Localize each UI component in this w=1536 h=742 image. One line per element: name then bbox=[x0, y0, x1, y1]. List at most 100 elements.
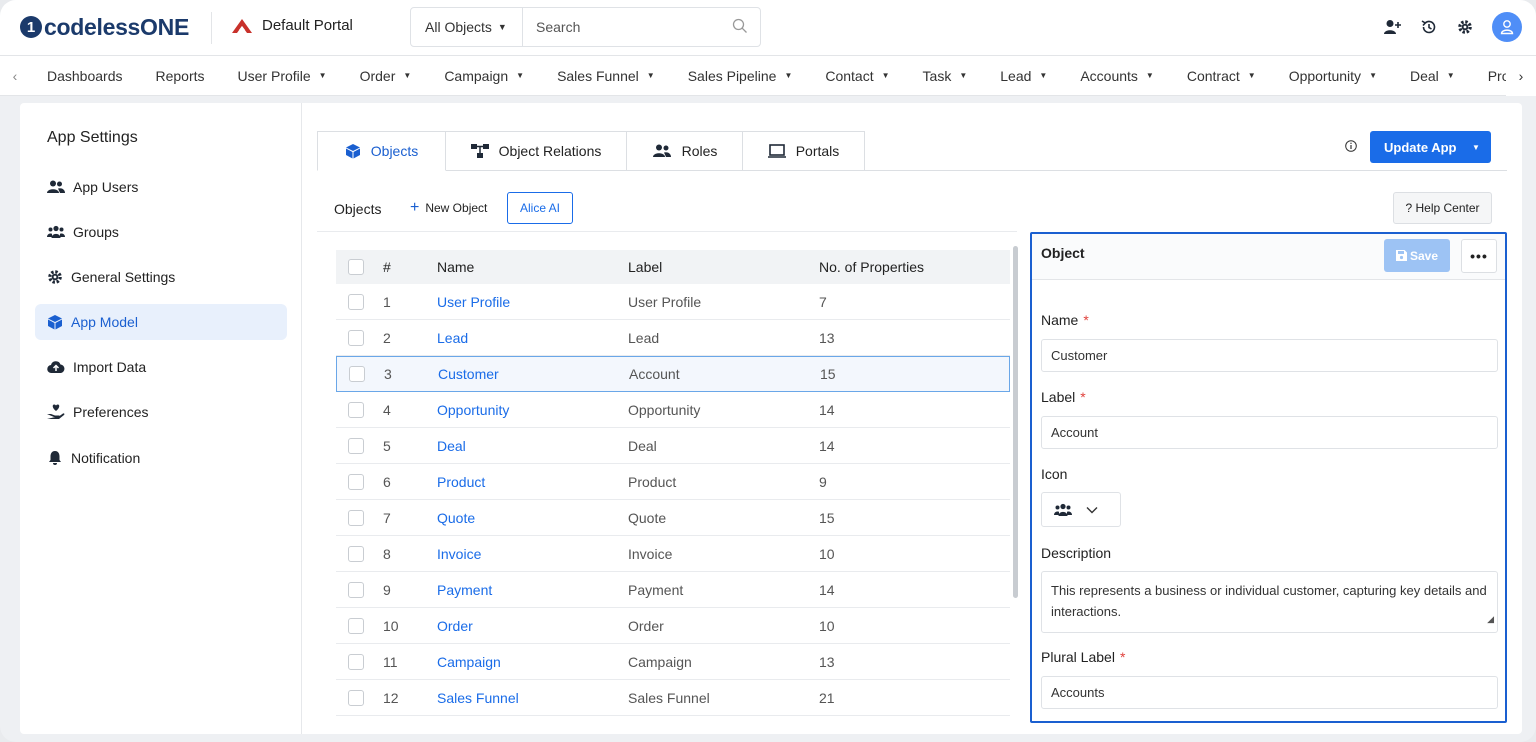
nav-item-user-profile[interactable]: User Profile ▼ bbox=[238, 68, 327, 84]
row-checkbox[interactable] bbox=[348, 545, 364, 562]
row-name-link[interactable]: Deal bbox=[437, 438, 628, 454]
floppy-icon bbox=[1395, 250, 1407, 261]
row-name-link[interactable]: Customer bbox=[438, 366, 629, 382]
history-icon[interactable] bbox=[1420, 18, 1438, 36]
row-label: Campaign bbox=[628, 653, 692, 670]
table-row[interactable]: 6 Product Product 9 bbox=[336, 464, 1010, 500]
sidebar-item-app-users[interactable]: App Users bbox=[35, 169, 287, 205]
nav-item-sales-pipeline[interactable]: Sales Pipeline ▼ bbox=[688, 68, 793, 84]
search-scope-select[interactable]: All Objects ▼ bbox=[411, 8, 523, 46]
nav-item-lead[interactable]: Lead ▼ bbox=[1000, 68, 1047, 84]
caret-down-icon: ▼ bbox=[1039, 71, 1048, 80]
table-row[interactable]: 9 Payment Payment 14 bbox=[336, 572, 1010, 608]
row-checkbox[interactable] bbox=[348, 509, 364, 526]
label-field[interactable]: Account bbox=[1041, 416, 1498, 449]
row-name-link[interactable]: Campaign bbox=[437, 654, 628, 670]
nav-item-contract[interactable]: Contract ▼ bbox=[1187, 68, 1256, 84]
nav-item-task[interactable]: Task ▼ bbox=[923, 68, 968, 84]
header-label[interactable]: Label bbox=[628, 259, 819, 275]
save-button[interactable]: Save bbox=[1384, 239, 1450, 272]
nav-item-sales-funnel[interactable]: Sales Funnel ▼ bbox=[557, 68, 655, 84]
search-input[interactable] bbox=[523, 8, 760, 46]
header-num[interactable]: # bbox=[376, 259, 437, 275]
logo[interactable]: 1 codelessONE bbox=[20, 13, 189, 41]
more-options-button[interactable]: ••• bbox=[1461, 239, 1497, 273]
sidebar-item-general-settings[interactable]: General Settings bbox=[35, 259, 287, 295]
nav-item-opportunity[interactable]: Opportunity ▼ bbox=[1289, 68, 1377, 84]
nav-item-dashboards[interactable]: Dashboards bbox=[47, 68, 123, 84]
relations-icon bbox=[470, 144, 489, 158]
sidebar-item-app-model[interactable]: App Model bbox=[35, 304, 287, 340]
row-checkbox[interactable] bbox=[348, 689, 364, 706]
nav-scroll-right-icon[interactable]: › bbox=[1506, 56, 1536, 96]
sidebar-item-import-data[interactable]: Import Data bbox=[35, 349, 287, 385]
table-row[interactable]: 4 Opportunity Opportunity 14 bbox=[336, 392, 1010, 428]
row-name-link[interactable]: Quote bbox=[437, 510, 628, 526]
gear-icon[interactable] bbox=[1456, 18, 1474, 36]
table-row[interactable]: 5 Deal Deal 14 bbox=[336, 428, 1010, 464]
row-props: 21 bbox=[819, 689, 835, 706]
add-user-icon[interactable] bbox=[1384, 18, 1402, 36]
table-scrollbar[interactable] bbox=[1013, 246, 1018, 598]
tab-roles[interactable]: Roles bbox=[627, 131, 743, 171]
tab-object-relations[interactable]: Object Relations bbox=[446, 131, 627, 171]
row-name-link[interactable]: Sales Funnel bbox=[437, 690, 628, 706]
plural-label-field[interactable]: Accounts bbox=[1041, 676, 1498, 709]
table-row[interactable]: 8 Invoice Invoice 10 bbox=[336, 536, 1010, 572]
row-checkbox[interactable] bbox=[348, 617, 364, 634]
sidebar-item-notification[interactable]: Notification bbox=[35, 440, 287, 476]
row-checkbox[interactable] bbox=[348, 473, 364, 490]
caret-down-icon[interactable]: ▼ bbox=[1461, 143, 1491, 152]
description-field[interactable]: This represents a business or individual… bbox=[1041, 571, 1498, 633]
new-object-button[interactable]: + New Object bbox=[410, 200, 487, 216]
info-icon[interactable] bbox=[1345, 139, 1357, 155]
row-name-link[interactable]: User Profile bbox=[437, 294, 628, 310]
select-all-checkbox[interactable] bbox=[348, 259, 364, 275]
row-checkbox[interactable] bbox=[348, 401, 364, 418]
table-row[interactable]: 2 Lead Lead 13 bbox=[336, 320, 1010, 356]
sidebar-item-preferences[interactable]: Preferences bbox=[35, 394, 287, 430]
table-row[interactable]: 10 Order Order 10 bbox=[336, 608, 1010, 644]
required-mark: * bbox=[1080, 389, 1086, 405]
header-props[interactable]: No. of Properties bbox=[819, 259, 1010, 275]
nav-item-accounts[interactable]: Accounts ▼ bbox=[1080, 68, 1154, 84]
tab-objects[interactable]: Objects bbox=[317, 131, 446, 171]
row-checkbox[interactable] bbox=[348, 329, 364, 346]
row-name-link[interactable]: Product bbox=[437, 474, 628, 490]
row-checkbox[interactable] bbox=[348, 653, 364, 670]
table-row[interactable]: 7 Quote Quote 15 bbox=[336, 500, 1010, 536]
tab-portals[interactable]: Portals bbox=[743, 131, 865, 171]
nav-item-reports[interactable]: Reports bbox=[156, 68, 205, 84]
help-center-button[interactable]: ? Help Center bbox=[1393, 192, 1492, 224]
sidebar-item-groups[interactable]: Groups bbox=[35, 214, 287, 250]
avatar[interactable] bbox=[1492, 12, 1522, 42]
table-row[interactable]: 3 Customer Account 15 bbox=[336, 356, 1010, 392]
nav-scroll-left-icon[interactable]: ‹ bbox=[0, 56, 30, 96]
row-name-link[interactable]: Lead bbox=[437, 330, 628, 346]
name-field[interactable]: Customer bbox=[1041, 339, 1498, 372]
row-name-link[interactable]: Invoice bbox=[437, 546, 628, 562]
alice-ai-button[interactable]: Alice AI bbox=[507, 192, 573, 224]
table-row[interactable]: 12 Sales Funnel Sales Funnel 21 bbox=[336, 680, 1010, 716]
row-name-link[interactable]: Payment bbox=[437, 582, 628, 598]
update-app-button[interactable]: Update App ▼ bbox=[1370, 131, 1491, 163]
table-row[interactable]: 1 User Profile User Profile 7 bbox=[336, 284, 1010, 320]
row-checkbox[interactable] bbox=[348, 581, 364, 598]
nav-item-label: Sales Funnel bbox=[557, 67, 639, 84]
table-row[interactable]: 11 Campaign Campaign 13 bbox=[336, 644, 1010, 680]
row-checkbox[interactable] bbox=[349, 366, 365, 382]
header-name[interactable]: Name bbox=[437, 259, 628, 275]
nav-item-campaign[interactable]: Campaign ▼ bbox=[444, 68, 524, 84]
nav-item-contact[interactable]: Contact ▼ bbox=[825, 68, 889, 84]
resize-handle-icon[interactable]: ◢ bbox=[1487, 609, 1494, 630]
icon-select[interactable] bbox=[1041, 492, 1121, 527]
search-icon[interactable] bbox=[732, 18, 748, 37]
row-label: User Profile bbox=[628, 293, 702, 310]
row-checkbox[interactable] bbox=[348, 293, 364, 310]
portal-switcher[interactable]: Default Portal bbox=[232, 17, 353, 34]
nav-item-deal[interactable]: Deal ▼ bbox=[1410, 68, 1455, 84]
row-name-link[interactable]: Opportunity bbox=[437, 402, 628, 418]
row-checkbox[interactable] bbox=[348, 437, 364, 454]
nav-item-order[interactable]: Order ▼ bbox=[360, 68, 412, 84]
row-name-link[interactable]: Order bbox=[437, 618, 628, 634]
